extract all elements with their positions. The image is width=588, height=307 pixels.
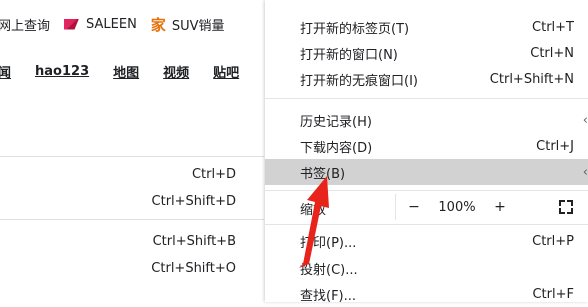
jia-logo-icon: 家 xyxy=(150,15,166,34)
menu-separator xyxy=(265,98,588,99)
nav-link[interactable]: 地图 xyxy=(113,62,139,81)
nav-link[interactable]: hao123 xyxy=(35,64,89,79)
submenu-item[interactable]: Ctrl+Shift+O xyxy=(0,255,264,281)
shortcut-text: Ctrl+Shift+D xyxy=(151,193,236,209)
menu-item-history[interactable]: 历史记录(H) ‹ xyxy=(265,107,588,133)
shortcut-text: Ctrl+T xyxy=(532,19,574,35)
zoom-in-button[interactable]: + xyxy=(482,199,518,215)
menu-item-find[interactable]: 查找(F)... Ctrl+F xyxy=(265,281,588,307)
bookmark-submenu: Ctrl+D Ctrl+Shift+D Ctrl+Shift+B Ctrl+Sh… xyxy=(0,156,264,303)
menu-item-label: 查找(F)... xyxy=(300,288,357,304)
nav-links: 闻 hao123 地图 视频 贴吧 xyxy=(0,58,265,84)
menu-item-incognito[interactable]: 打开新的无痕窗口(I) Ctrl+Shift+N xyxy=(265,66,588,92)
shortcut-text: Ctrl+D xyxy=(191,166,236,182)
shortcut-text: Ctrl+J xyxy=(536,138,574,154)
nav-link[interactable]: 贴吧 xyxy=(213,62,239,81)
nav-link[interactable]: 闻 xyxy=(0,62,11,81)
bookmarks-bar: 网上查询 SALEEN 家 SUV销量 xyxy=(0,10,270,38)
bookmark-label: 网上查询 xyxy=(0,18,51,34)
menu-item-label: 下载内容(D) xyxy=(300,140,373,156)
menu-item-label: 打开新的无痕窗口(I) xyxy=(300,73,418,89)
shortcut-text: Ctrl+F xyxy=(532,286,574,302)
bookmark-label: SALEEN xyxy=(86,16,137,32)
bookmark-label: SUV销量 xyxy=(171,18,225,34)
fullscreen-icon[interactable] xyxy=(559,200,573,214)
menu-item-label: 打开新的标签页(T) xyxy=(300,21,410,37)
zoom-value: 100% xyxy=(438,199,476,215)
shortcut-text: Ctrl+P xyxy=(532,233,574,249)
menu-item-label: 打开新的窗口(N) xyxy=(300,47,398,63)
bookmark-item[interactable]: 网上查询 xyxy=(0,15,50,34)
shortcut-text: Ctrl+Shift+O xyxy=(151,260,236,276)
shortcut-text: Ctrl+Shift+N xyxy=(489,71,574,87)
zoom-out-button[interactable]: − xyxy=(396,199,432,215)
menu-item-downloads[interactable]: 下载内容(D) Ctrl+J xyxy=(265,133,588,159)
menu-item-new-window[interactable]: 打开新的窗口(N) Ctrl+N xyxy=(265,40,588,66)
bookmark-item[interactable]: SALEEN xyxy=(64,17,137,32)
submenu-arrow-icon: ‹ xyxy=(582,164,588,180)
menu-separator xyxy=(0,219,264,220)
submenu-arrow-icon: ‹ xyxy=(582,112,588,128)
shortcut-text: Ctrl+Shift+B xyxy=(152,233,236,249)
nav-link[interactable]: 视频 xyxy=(163,62,189,81)
menu-item-new-tab[interactable]: 打开新的标签页(T) Ctrl+T xyxy=(265,14,588,40)
zoom-controls: − 100% + xyxy=(395,194,588,220)
annotation-arrow xyxy=(299,176,329,268)
menu-item-label: 历史记录(H) xyxy=(300,114,372,130)
bookmark-item[interactable]: 家 SUV销量 xyxy=(151,14,225,35)
submenu-item[interactable]: Ctrl+D xyxy=(0,161,264,187)
shortcut-text: Ctrl+N xyxy=(530,45,574,61)
submenu-item[interactable]: Ctrl+Shift+D xyxy=(0,188,264,214)
submenu-item[interactable]: Ctrl+Shift+B xyxy=(0,228,264,254)
saleen-logo-icon xyxy=(64,18,80,30)
